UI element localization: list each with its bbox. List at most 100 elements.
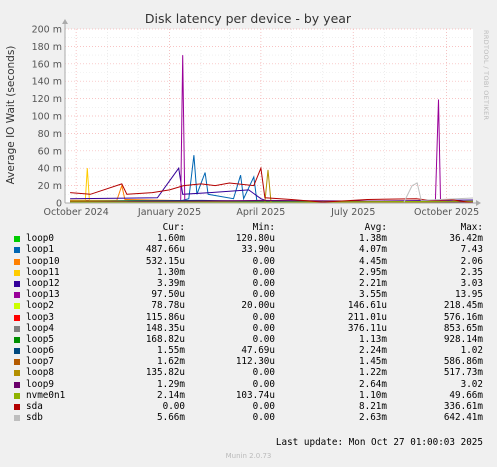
munin-version: Munin 2.0.73 [225,452,272,460]
legend-max: 3.02 [460,378,483,390]
legend-cur: 3.39m [157,277,185,289]
legend-avg: 1.13m [359,333,387,345]
legend-max: 49.66m [449,389,483,401]
legend-avg: 146.61u [347,300,387,312]
legend-swatch [14,247,20,254]
legend-max: 218.45m [443,300,483,312]
legend-min: 0.00 [252,401,275,412]
legend-avg: 211.01u [347,311,387,323]
legend-min: 0.00 [252,367,275,379]
rrdtool-credit: RRDTOOL / TOBI OETIKER [482,30,490,121]
x-axis-arrow [476,200,481,206]
y-tick-label: 200 m [32,25,62,36]
legend-cur: 168.82u [145,333,185,345]
legend-min: 0.00 [252,266,275,278]
legend-cur: 1.29m [157,378,185,390]
legend-name: loop4 [26,322,54,334]
legend-name: loop3 [26,311,54,323]
y-axis-arrow [62,19,68,24]
legend-row: loop8 135.82u 0.00 1.22m 517.73m [0,367,497,378]
legend-max: 928.14m [443,333,483,345]
legend-row: loop11 1.30m 0.00 2.95m 2.35 [0,267,497,278]
y-tick-label: 180 m [32,42,62,53]
legend-min: 112.30u [235,356,275,368]
legend-avg: 1.45m [359,356,387,368]
legend-cur: 532.15u [145,255,185,267]
legend-cur: 0.00 [162,401,185,412]
legend-max: 642.41m [443,412,483,424]
legend-row: loop5 168.82u 0.00 1.13m 928.14m [0,334,497,345]
legend-min: 0.00 [252,255,275,267]
legend-name: loop8 [26,367,54,379]
legend-cur: 115.86u [145,311,185,323]
legend-row: sda 0.00 0.00 8.21m 336.61m [0,401,497,412]
legend-name: loop11 [26,266,60,278]
legend-max: 13.95 [455,289,483,301]
legend-max: 853.65m [443,322,483,334]
legend-row: loop0 1.60m 120.80u 1.38m 36.42m [0,233,497,244]
legend-swatch [14,292,20,299]
legend-cur: 1.62m [157,356,185,368]
x-tick-label: April 2025 [236,207,285,218]
legend-swatch [14,392,20,399]
legend-name: nvme0n1 [26,389,66,401]
header-avg: Avg: [364,222,387,233]
legend-name: loop6 [26,345,54,357]
legend-max: 36.42m [449,233,483,245]
legend-avg: 8.21m [359,401,387,412]
y-tick-label: 60 m [38,146,62,157]
legend-cur: 1.60m [157,233,185,245]
legend-min: 0.00 [252,378,275,390]
y-axis-label: Average IO Wait (seconds) [5,46,17,185]
chart-title: Disk latency per device - by year [145,11,352,26]
legend-avg: 376.11u [347,322,387,334]
last-update: Last update: Mon Oct 27 01:00:03 2025 [275,437,483,448]
legend-row: loop12 3.39m 0.00 2.21m 3.03 [0,278,497,289]
legend-row: loop10 532.15u 0.00 4.45m 2.06 [0,256,497,267]
legend-swatch [14,404,20,410]
legend-cur: 78.78u [151,300,185,312]
x-tick-label: October 2024 [44,207,109,218]
legend-row: nvme0n1 2.14m 103.74u 1.10m 49.66m [0,390,497,401]
legend-swatch [14,325,20,332]
legend-cur: 1.30m [157,266,185,278]
y-tick-label: 140 m [32,77,62,88]
latency-chart: 020 m40 m60 m80 m100 m120 m140 m160 m180… [5,11,481,218]
legend-max: 336.61m [443,401,483,412]
legend-swatch [14,336,20,343]
legend-max: 1.02 [460,345,483,357]
legend-name: sda [26,401,43,412]
legend-avg: 2.21m [359,277,387,289]
legend-swatch [14,415,20,422]
legend-min: 120.80u [235,233,275,245]
legend-avg: 1.10m [359,389,387,401]
legend-swatch [14,348,20,355]
legend-avg: 4.07m [359,244,387,256]
legend-max: 2.35 [460,266,483,278]
legend-row: loop6 1.55m 47.69u 2.24m 1.02 [0,345,497,356]
legend-swatch [14,258,20,265]
legend-avg: 1.38m [359,233,387,245]
legend-avg: 4.45m [359,255,387,267]
legend-swatch [14,303,20,310]
legend-row: loop13 97.50u 0.00 3.55m 13.95 [0,289,497,300]
legend-name: loop7 [26,356,54,368]
legend-row: loop7 1.62m 112.30u 1.45m 586.86m [0,356,497,367]
legend-name: loop10 [26,255,60,267]
legend-max: 576.16m [443,311,483,323]
legend-min: 0.00 [252,333,275,345]
y-tick-label: 100 m [32,112,62,123]
legend-avg: 1.22m [359,367,387,379]
legend-name: loop5 [26,333,54,345]
legend-rows: loop0 1.60m 120.80u 1.38m 36.42m loop1 487.66u… [0,233,497,423]
legend-name: loop2 [26,300,54,312]
legend-min: 0.00 [252,277,275,289]
y-tick-label: 40 m [38,164,62,175]
legend-name: loop1 [26,244,54,256]
legend-name: loop12 [26,277,60,289]
legend-name: loop0 [26,233,54,245]
legend-row: loop3 115.86u 0.00 211.01u 576.16m [0,312,497,323]
y-tick-label: 160 m [32,59,62,70]
legend-row: loop9 1.29m 0.00 2.64m 3.02 [0,379,497,390]
x-tick-label: January 2025 [137,207,201,218]
